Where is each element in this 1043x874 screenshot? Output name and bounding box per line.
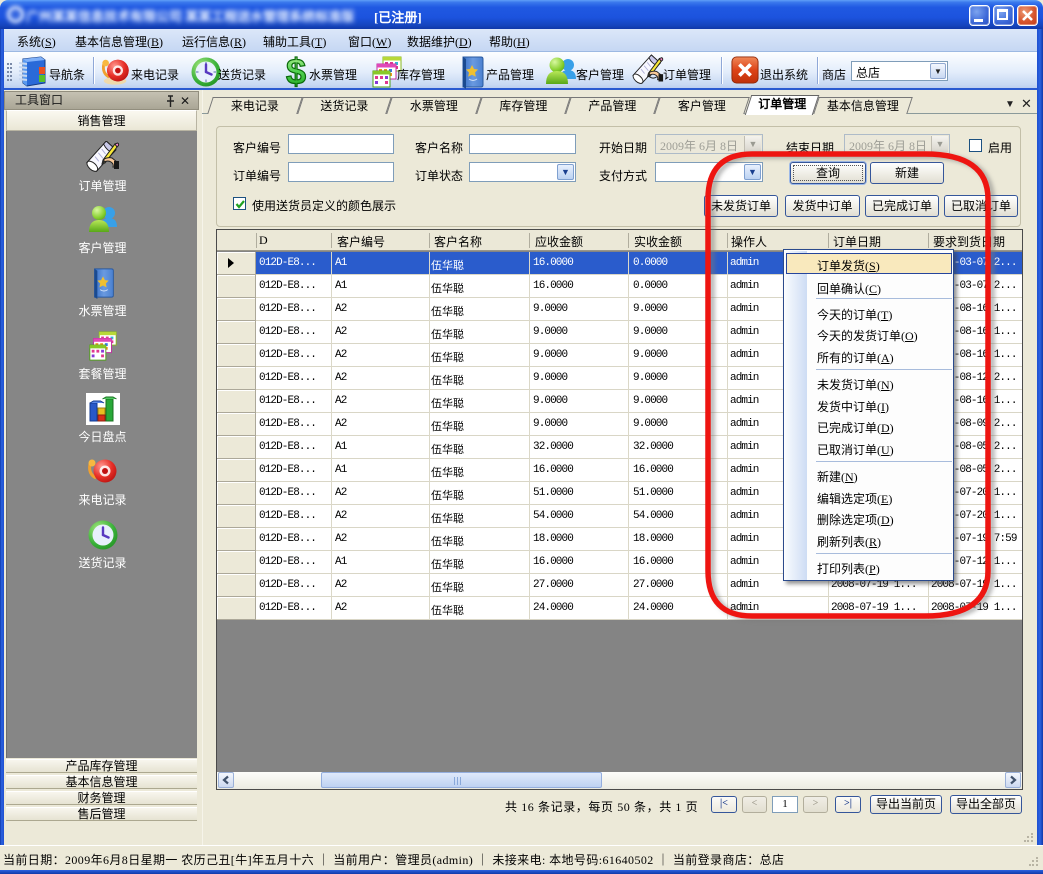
svg-text:$: $	[286, 54, 306, 90]
